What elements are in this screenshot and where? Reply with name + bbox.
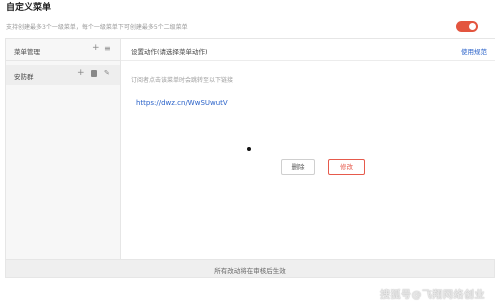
menu-panel: 菜单管理 + ≡ 安防群 + ✎ 设置动作(请选择菜单动作) 使用规范 订阅者点… [5, 38, 495, 278]
custom-menu-page: 自定义菜单 支持创建最多3个一级菜单，每个一级菜单下可创建最多5个二级菜单 菜单… [0, 0, 499, 308]
delete-button[interactable]: 删除 [281, 159, 315, 175]
edit-button[interactable]: 修改 [328, 159, 365, 175]
cursor-dot [247, 147, 251, 151]
content-body: 订阅者点击该菜单时会跳转至以下链接 https://dwz.cn/WwSUwut… [131, 75, 486, 175]
link-description: 订阅者点击该菜单时会跳转至以下链接 [131, 77, 234, 84]
pencil-icon[interactable]: ✎ [104, 69, 110, 77]
toggle-knob [469, 23, 476, 30]
plus-icon[interactable]: + [77, 68, 85, 78]
sidebar-item-anfangqun[interactable]: 安防群 + ✎ [6, 65, 120, 85]
sidebar-header: 菜单管理 + ≡ [6, 39, 120, 61]
page-hint: 支持创建最多3个一级菜单，每个一级菜单下可创建最多5个二级菜单 [6, 24, 188, 31]
sidebar-header-label: 菜单管理 [14, 48, 40, 56]
content-area: 设置动作(请选择菜单动作) 使用规范 订阅者点击该菜单时会跳转至以下链接 htt… [121, 39, 495, 259]
footer-bar: 所有改动将在审核后生效 [6, 259, 494, 277]
usage-rules-link[interactable]: 使用规范 [461, 46, 487, 56]
link-url[interactable]: https://dwz.cn/WwSUwutV [136, 99, 228, 107]
content-header: 设置动作(请选择菜单动作) 使用规范 [121, 39, 495, 61]
footer-text: 所有改动将在审核后生效 [214, 267, 286, 275]
sidebar: 菜单管理 + ≡ 安防群 + ✎ [6, 39, 121, 259]
menu-toggle[interactable] [456, 21, 478, 32]
action-title: 设置动作(请选择菜单动作) [131, 48, 208, 56]
watermark: 搜狐号@飞翔网络创业 [380, 290, 485, 301]
page-title: 自定义菜单 [6, 3, 52, 13]
plus-icon[interactable]: + [92, 43, 100, 53]
trash-icon[interactable] [91, 70, 97, 77]
sort-icon[interactable]: ≡ [104, 44, 111, 53]
sidebar-item-label: 安防群 [14, 73, 34, 81]
